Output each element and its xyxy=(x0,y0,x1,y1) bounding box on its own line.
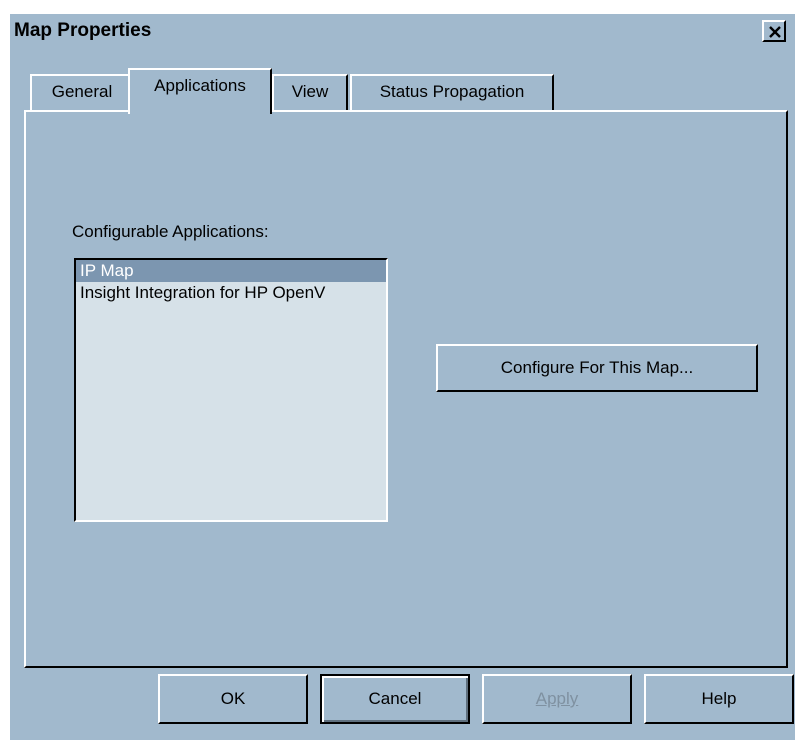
tab-label: Status Propagation xyxy=(379,82,525,101)
ok-button[interactable]: OK xyxy=(158,674,308,724)
configurable-applications-label: Configurable Applications: xyxy=(72,222,269,241)
close-icon xyxy=(769,26,781,38)
list-item-insight-integration[interactable]: Insight Integration for HP OpenV xyxy=(76,282,386,304)
tab-applications[interactable]: Applications xyxy=(128,68,272,114)
tab-status-propagation[interactable]: Status Propagation xyxy=(350,74,554,110)
window-title: Map Properties xyxy=(14,20,152,41)
map-properties-dialog: Map Properties General Applications View… xyxy=(8,12,795,740)
tab-label: General xyxy=(51,82,113,101)
applications-listbox[interactable]: IP Map Insight Integration for HP OpenV xyxy=(74,258,388,522)
apply-label: Apply xyxy=(535,689,579,708)
configure-for-this-map-button[interactable]: Configure For This Map... xyxy=(436,344,758,392)
tab-view[interactable]: View xyxy=(272,74,348,110)
tab-label: Applications xyxy=(154,76,246,95)
close-button[interactable] xyxy=(762,20,786,42)
applications-tab-panel: Configurable Applications: IP Map Insigh… xyxy=(24,110,788,668)
tab-label: View xyxy=(291,82,329,101)
apply-button[interactable]: Apply xyxy=(482,674,632,724)
cancel-button[interactable]: Cancel xyxy=(320,674,470,724)
list-item-label: Insight Integration for HP OpenV xyxy=(80,283,326,302)
title-bar[interactable]: Map Properties xyxy=(10,14,795,48)
help-button[interactable]: Help xyxy=(644,674,794,724)
list-item-ip-map[interactable]: IP Map xyxy=(76,260,386,282)
list-item-label: IP Map xyxy=(80,261,134,280)
tab-general[interactable]: General xyxy=(30,74,134,110)
